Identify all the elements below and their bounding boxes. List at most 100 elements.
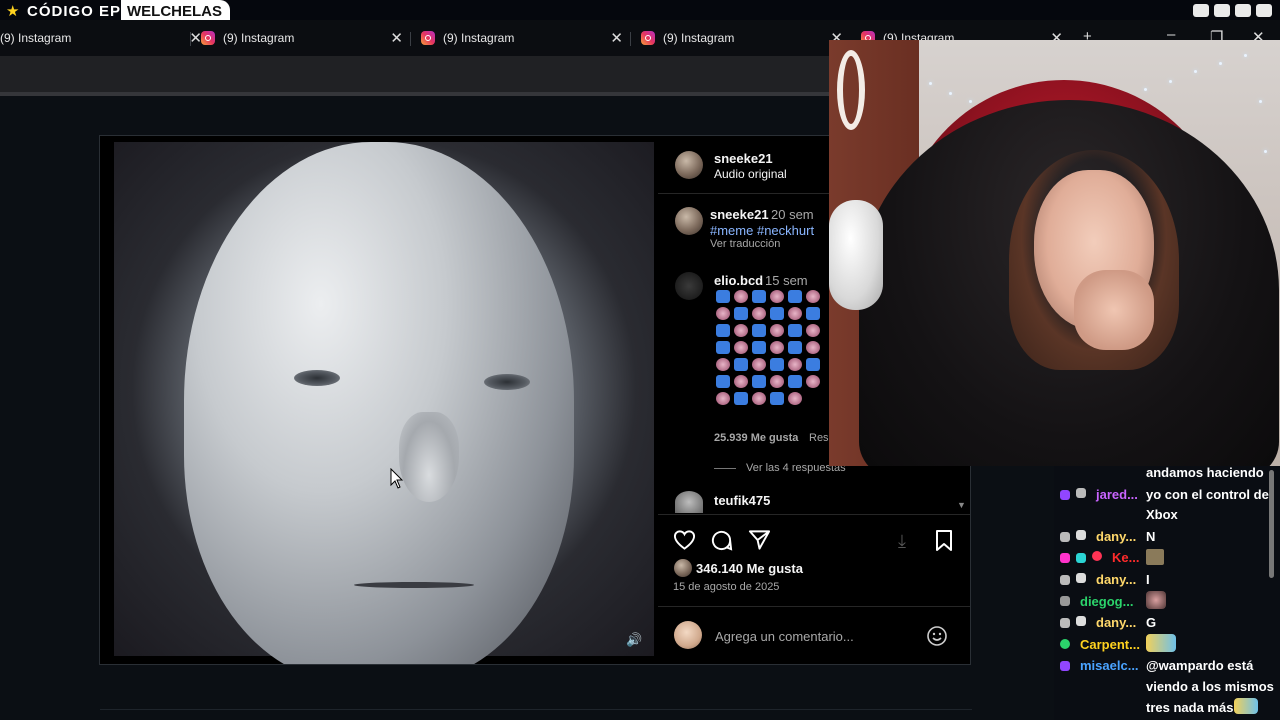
mouse-cursor-icon: [390, 468, 404, 489]
chat-message: Xbox: [1146, 507, 1178, 522]
nose: [399, 412, 459, 502]
close-icon[interactable]: ✕: [390, 29, 403, 47]
chat-badge: [1060, 553, 1070, 563]
next-comment-username[interactable]: teufik475: [714, 493, 770, 508]
add-comment-input[interactable]: Agrega un comentario...: [715, 629, 854, 644]
chat-badge: [1060, 596, 1070, 606]
chat-emote: [1234, 698, 1258, 714]
browser-tab[interactable]: (9) Instagram ✕: [415, 20, 635, 56]
instagram-icon: [421, 31, 435, 45]
chat-message: N: [1146, 529, 1156, 544]
tab-label: (9) Instagram: [663, 31, 735, 45]
comment-icon[interactable]: [710, 529, 733, 552]
chat-message: tres nada más: [1146, 700, 1234, 715]
audio-label[interactable]: Audio original: [714, 167, 787, 181]
chat-badge: [1060, 618, 1070, 628]
tiktok-icon: [1193, 4, 1209, 17]
youtube-icon: [1256, 4, 1272, 17]
chat-badge: [1076, 616, 1086, 626]
browser-tab[interactable]: (9) Instagram ✕: [0, 20, 214, 56]
share-icon[interactable]: [748, 529, 771, 551]
comment-likes[interactable]: 25.939 Me gusta: [714, 432, 798, 444]
emoji-picker-icon[interactable]: [926, 625, 948, 647]
post-likes[interactable]: 346.140 Me gusta: [696, 561, 803, 576]
chat-badge: [1076, 553, 1086, 563]
chat-message: @wampardo está: [1146, 658, 1254, 673]
comment-time: 15 sem: [765, 273, 808, 288]
browser-tab[interactable]: (9) Instagram ✕: [195, 20, 415, 56]
replies-line: [714, 468, 736, 469]
comment-username[interactable]: elio.bcd: [714, 273, 763, 288]
star-icon: ★: [6, 3, 20, 20]
microphone: [829, 200, 883, 310]
comment-emoji-grid: [716, 290, 830, 405]
chat-message: viendo a los mismos: [1146, 679, 1274, 694]
chat-badge: [1060, 661, 1070, 671]
chat-username[interactable]: Ke...: [1112, 550, 1139, 565]
current-user-avatar: [674, 621, 702, 649]
like-heart-icon[interactable]: [673, 529, 696, 551]
chat-username[interactable]: jared...: [1096, 487, 1138, 502]
chat-badge: [1060, 490, 1070, 500]
reel-video[interactable]: [100, 136, 658, 664]
chat-username[interactable]: diegog...: [1080, 594, 1133, 609]
chat-message: I: [1146, 572, 1150, 587]
chat-username[interactable]: dany...: [1096, 615, 1136, 630]
twitter-icon: [1235, 4, 1251, 17]
chat-badge: [1076, 530, 1086, 540]
close-icon[interactable]: ✕: [610, 29, 623, 47]
face-image: [184, 142, 574, 664]
chat-emote: [1146, 591, 1166, 609]
commenter-avatar[interactable]: [675, 272, 703, 300]
tab-separator: [410, 32, 411, 46]
page-divider: [100, 709, 972, 710]
instagram-icon: [201, 31, 215, 45]
chat-message: G: [1146, 615, 1157, 630]
streamer-hand: [1074, 270, 1154, 350]
left-eye: [294, 370, 340, 386]
chat-badge: [1076, 573, 1086, 583]
chat-emote: [1146, 549, 1164, 565]
next-commenter-avatar[interactable]: [675, 491, 703, 513]
banner-tag: WELCHELAS: [121, 0, 230, 20]
tab-separator: [630, 32, 631, 46]
translate-link[interactable]: Ver traducción: [710, 238, 780, 250]
webcam-wreath: [837, 50, 865, 130]
tab-separator: [190, 32, 191, 46]
browser-tab[interactable]: (9) Instagram ✕: [635, 20, 855, 56]
hashtags[interactable]: #meme #neckhurt: [710, 223, 814, 238]
chat-scrollbar[interactable]: [1269, 470, 1274, 578]
streamer-webcam: [829, 40, 1280, 466]
chat-username[interactable]: misaelc...: [1080, 658, 1139, 673]
caption-avatar[interactable]: [675, 207, 703, 235]
bookmark-icon[interactable]: [934, 529, 954, 552]
scroll-down-arrow[interactable]: ▼: [957, 500, 966, 510]
mouth: [354, 582, 474, 588]
post-date: 15 de agosto de 2025: [673, 581, 780, 593]
instagram-icon: [641, 31, 655, 45]
video-frame: [114, 142, 654, 664]
chat-badge: [1076, 488, 1086, 498]
author-username[interactable]: sneeke21: [714, 151, 773, 166]
tab-label: (9) Instagram: [0, 31, 72, 45]
chat-emote: [1146, 634, 1176, 652]
heart-badge: [1092, 551, 1102, 561]
download-icon[interactable]: ⤓: [898, 531, 906, 552]
comment-divider: [658, 606, 970, 607]
right-eye: [484, 374, 530, 390]
actions-divider: [658, 514, 970, 515]
volume-icon[interactable]: 🔊: [626, 632, 642, 648]
author-avatar[interactable]: [675, 151, 703, 179]
chat-badge: [1060, 639, 1070, 649]
stream-banner: ★ CÓDIGO EPIC WELCHELAS: [0, 0, 1280, 20]
address-bar[interactable]: [0, 56, 830, 96]
chat-username[interactable]: Carpent...: [1080, 637, 1140, 652]
chat-message: yo con el control de: [1146, 487, 1269, 502]
chat-username[interactable]: dany...: [1096, 572, 1136, 587]
tab-label: (9) Instagram: [443, 31, 515, 45]
chat-badge: [1060, 575, 1070, 585]
chat-username[interactable]: dany...: [1096, 529, 1136, 544]
caption-username[interactable]: sneeke21: [710, 207, 769, 222]
likers-avatar: [674, 559, 692, 577]
header-divider: [658, 193, 830, 194]
